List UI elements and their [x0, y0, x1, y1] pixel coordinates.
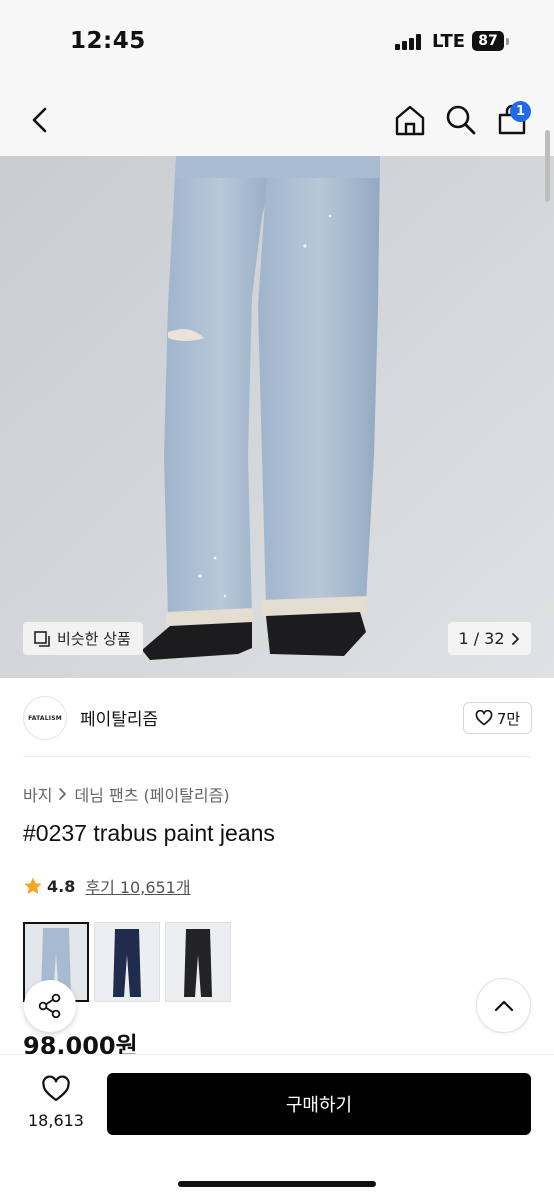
image-counter-text: 1 / 32	[458, 629, 505, 648]
wishlist-button[interactable]: 18,613	[20, 1075, 92, 1135]
product-title: #0237 trabus paint jeans	[23, 820, 275, 846]
thumbnail-image	[166, 923, 230, 1001]
brand-like-count: 7만	[496, 709, 521, 728]
brand-logo[interactable]: FATALISM	[23, 696, 67, 740]
chevron-right-icon	[511, 632, 519, 645]
divider	[23, 756, 531, 757]
breadcrumb-subcategory[interactable]: 데님 팬츠 (페이탈리즘)	[74, 782, 229, 806]
share-button[interactable]	[24, 980, 76, 1032]
reviews-link[interactable]: 후기 10,651개	[85, 874, 190, 898]
chevron-up-icon	[494, 1000, 513, 1011]
home-icon[interactable]	[393, 103, 427, 137]
rating-row: 4.8 후기 10,651개	[23, 874, 191, 898]
rating-value: 4.8	[47, 876, 76, 896]
buy-button[interactable]: 구매하기	[107, 1073, 531, 1135]
breadcrumb: 바지 데님 팬츠 (페이탈리즘)	[23, 782, 230, 806]
thumbnail-dark-indigo[interactable]	[94, 922, 160, 1002]
star-icon	[24, 877, 42, 894]
wishlist-count: 18,613	[28, 1111, 84, 1130]
product-image[interactable]	[0, 156, 554, 678]
signal-icon	[395, 34, 423, 50]
thumbnail-image	[95, 923, 159, 1001]
cart-badge: 1	[510, 101, 531, 122]
home-indicator	[178, 1181, 376, 1187]
network-label: LTE	[432, 31, 466, 52]
brand-logo-text: FATALISM	[28, 714, 62, 722]
status-time: 12:45	[70, 28, 146, 54]
battery-icon: 87	[472, 31, 504, 51]
similar-icon	[34, 630, 50, 647]
similar-products-label: 비슷한 상품	[57, 630, 131, 648]
heart-icon	[42, 1075, 70, 1102]
breadcrumb-category[interactable]: 바지	[23, 782, 52, 806]
similar-products-button[interactable]: 비슷한 상품	[23, 622, 143, 655]
heart-icon	[475, 710, 493, 726]
brand-name[interactable]: 페이탈리즘	[80, 705, 158, 730]
page-scrollbar[interactable]	[545, 130, 550, 202]
brand-like-button[interactable]: 7만	[463, 702, 532, 734]
share-icon	[38, 993, 61, 1019]
image-counter[interactable]: 1 / 32	[448, 622, 531, 655]
battery-tip	[506, 38, 509, 45]
scroll-top-button[interactable]	[476, 978, 531, 1033]
status-bar: 12:45 LTE 87	[0, 0, 554, 84]
back-icon[interactable]	[26, 105, 54, 135]
jeans-photo	[0, 156, 554, 678]
search-icon[interactable]	[444, 103, 478, 137]
chevron-right-icon	[59, 788, 67, 800]
thumbnail-black[interactable]	[165, 922, 231, 1002]
